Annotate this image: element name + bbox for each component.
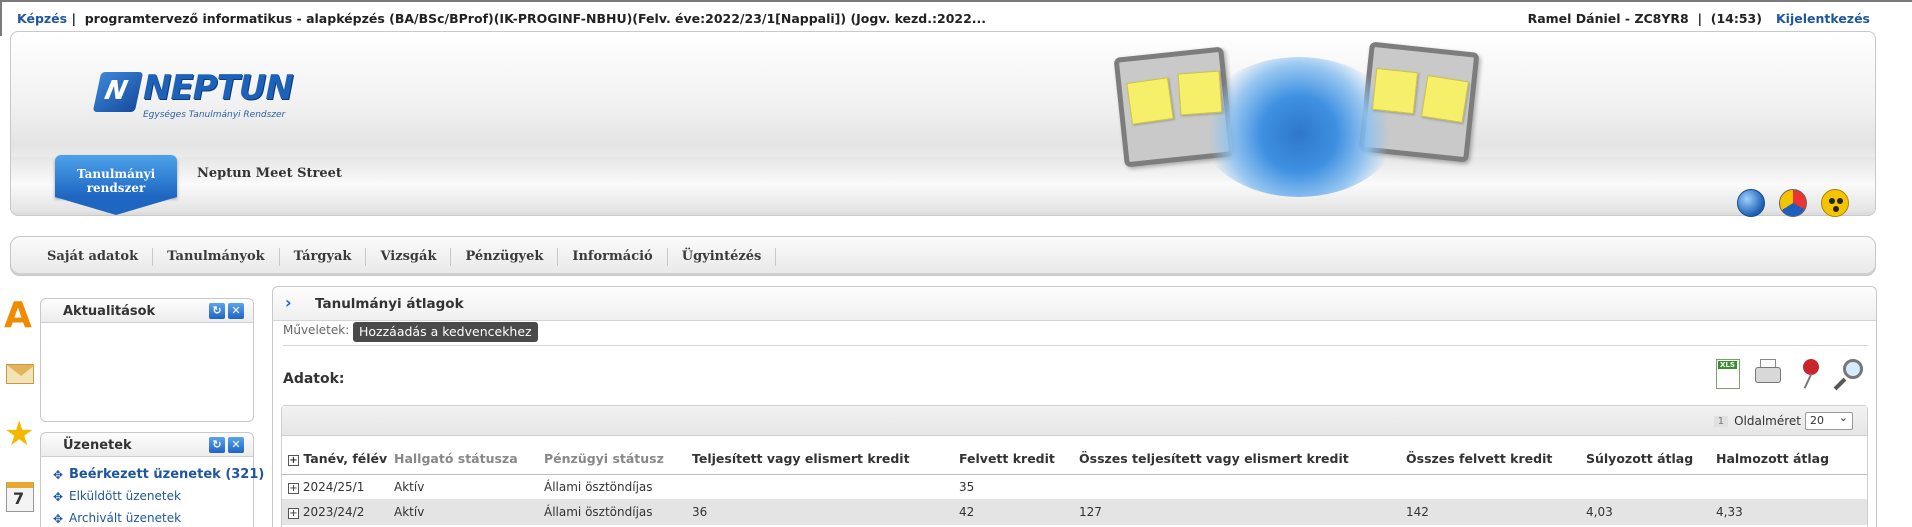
sent-link[interactable]: ✥ Elküldött üzenetek (49, 489, 264, 511)
menu-informacio[interactable]: Információ (558, 248, 668, 266)
table-row[interactable]: + 2023/24/2 Aktív Állami ösztöndíjas 36 … (282, 499, 1867, 525)
page-number[interactable]: 1 (1713, 415, 1729, 427)
neptun-logo[interactable]: N NEPTUN Egységes Tanulmányi Rendszer (92, 68, 307, 120)
refresh-icon[interactable]: ↻ (209, 437, 225, 453)
col-header[interactable]: Halmozott átlag (1716, 444, 1867, 475)
globe-icon[interactable] (1737, 189, 1765, 217)
data-table: + Tanév, félév Hallgató státusza Pénzügy… (282, 444, 1867, 525)
decorative-artwork (1079, 32, 1499, 212)
col-header[interactable]: + Tanév, félév (282, 444, 394, 475)
tab-tanulmanyi-rendszer[interactable]: Tanulmányi rendszer (55, 155, 177, 215)
col-header[interactable]: Teljesített vagy elismert kredit (692, 444, 959, 475)
training-text: programtervező informatikus - alapképzés… (84, 11, 987, 26)
col-header[interactable]: Összes teljesített vagy elismert kredit (1079, 444, 1406, 475)
logout-link[interactable]: Kijelentkezés (1776, 11, 1870, 26)
session-timer: (14:53) (1710, 11, 1762, 26)
col-header[interactable]: Felvett kredit (959, 444, 1079, 475)
header-banner: N NEPTUN Egységes Tanulmányi Rendszer Ta… (10, 31, 1876, 216)
pin-icon[interactable] (1795, 357, 1825, 395)
expand-all-icon[interactable]: + (288, 455, 299, 467)
col-header[interactable]: Pénzügyi státusz (544, 444, 692, 475)
close-icon[interactable]: ✕ (228, 303, 244, 319)
col-header[interactable]: Hallgató státusza (394, 444, 544, 475)
training-info: Képzés | programtervező informatikus - a… (17, 11, 987, 26)
menu-tanulmanyok[interactable]: Tanulmányok (153, 248, 280, 266)
bullet-icon: ✥ (53, 468, 64, 482)
archive-link[interactable]: ✥ Archivált üzenetek (49, 511, 264, 527)
tab-label: Tanulmányi rendszer (76, 167, 156, 195)
news-icon[interactable]: A (4, 298, 36, 334)
page-size-label: Oldalméret (1734, 414, 1801, 428)
search-icon[interactable] (1833, 357, 1865, 395)
print-icon[interactable] (1753, 357, 1783, 395)
menu-penzugyek[interactable]: Pénzügyek (451, 248, 559, 266)
col-header[interactable]: Összes felvett kredit (1406, 444, 1586, 475)
calendar-icon[interactable]: 7 (4, 480, 36, 516)
portlet-title: Aktualitások (63, 304, 156, 319)
tab-meet-street[interactable]: Neptun Meet Street (197, 166, 342, 181)
menu-vizsgak[interactable]: Vizsgák (366, 248, 452, 266)
envelope-icon[interactable] (4, 356, 36, 392)
pager: 1 Oldalméret 20 (1713, 410, 1853, 430)
sticky-note-icon (1420, 74, 1470, 124)
main-menu: Saját adatok Tanulmányok Tárgyak Vizsgák… (10, 236, 1876, 276)
averages-table: 1 Oldalméret 20 + Tanév, félév Hallgató … (281, 405, 1868, 527)
close-icon[interactable]: ✕ (228, 437, 244, 453)
operations-label: Műveletek: (283, 323, 350, 337)
menu-targyak[interactable]: Tárgyak (280, 248, 367, 266)
page-size-select[interactable]: 20 (1805, 410, 1853, 430)
menu-sajat-adatok[interactable]: Saját adatok (25, 248, 154, 266)
star-icon[interactable]: ★ (4, 416, 36, 452)
table-header-row: + Tanév, félév Hallgató státusza Pénzügy… (282, 444, 1867, 475)
expand-row-icon[interactable]: + (288, 507, 299, 519)
inbox-link[interactable]: ✥ Beérkezett üzenetek (321) (49, 467, 264, 489)
logo-text: NEPTUN (143, 68, 294, 108)
news-portlet: Aktualitások ↻ ✕ (40, 298, 254, 422)
portlet-title: Üzenetek (63, 438, 132, 453)
bullet-icon: ✥ (53, 512, 64, 526)
sticky-note-icon (1177, 70, 1223, 116)
col-header[interactable]: Súlyozott átlag (1586, 444, 1716, 475)
logo-subtitle: Egységes Tanulmányi Rendszer (143, 110, 286, 120)
training-link[interactable]: Képzés (17, 11, 67, 26)
color-theme-icon[interactable] (1779, 189, 1807, 217)
add-to-favorites-button[interactable]: Hozzáadás a kedvencekhez (353, 322, 538, 342)
menu-ugyintezes[interactable]: Ügyintézés (668, 248, 777, 266)
page-title: Tanulmányi átlagok (315, 296, 464, 312)
accessibility-icon[interactable] (1821, 189, 1849, 217)
chevron-right-icon: › (285, 293, 292, 312)
bullet-icon: ✥ (53, 490, 64, 504)
sticky-note-icon (1371, 67, 1419, 115)
refresh-icon[interactable]: ↻ (209, 303, 225, 319)
expand-row-icon[interactable]: + (288, 482, 299, 494)
messages-portlet: Üzenetek ↻ ✕ ✥ Beérkezett üzenetek (321) … (40, 432, 264, 527)
table-row[interactable]: + 2024/25/1 Aktív Állami ösztöndíjas 35 (282, 474, 1867, 500)
data-label: Adatok: (283, 371, 345, 387)
excel-export-icon[interactable]: XLS (1713, 357, 1743, 395)
user-name: Ramel Dániel - ZC8YR8 (1527, 11, 1689, 26)
content-panel: › Tanulmányi átlagok Műveletek: Hozzáadá… (272, 286, 1877, 527)
sticky-note-icon (1126, 77, 1174, 125)
message-links: ✥ Beérkezett üzenetek (321) ✥ Elküldött üz… (49, 467, 264, 527)
user-info: Ramel Dániel - ZC8YR8 | (14:53) Kijelentk… (1527, 11, 1870, 26)
logo-mark-icon: N (92, 72, 144, 112)
